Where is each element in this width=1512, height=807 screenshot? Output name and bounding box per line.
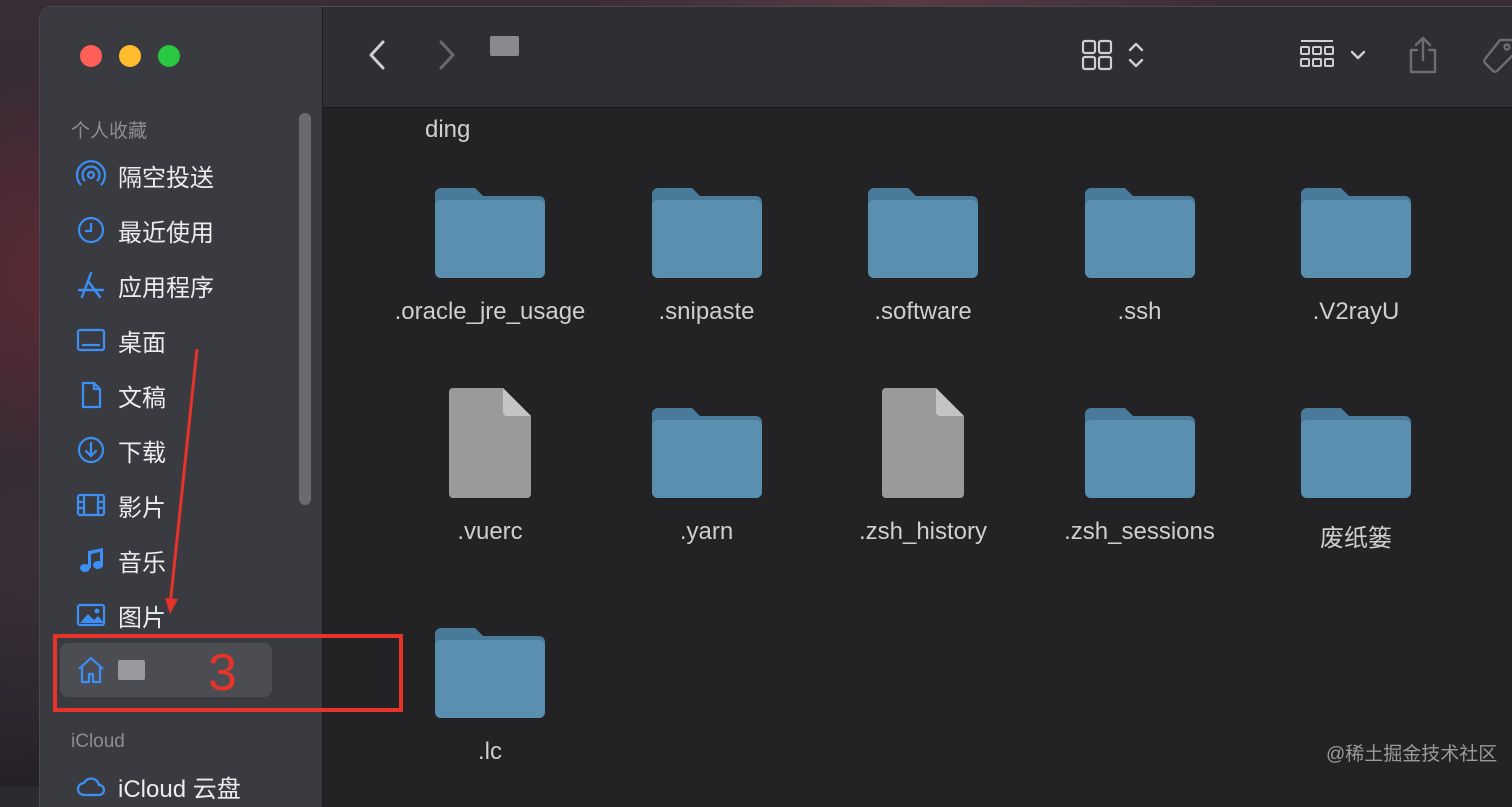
chevron-left-icon: [367, 39, 387, 71]
sidebar-item-label: 影片: [118, 488, 166, 523]
chevron-right-icon: [437, 39, 457, 71]
photo-icon: [74, 598, 108, 632]
sidebar-item-icloud-drive[interactable]: iCloud 云盘: [60, 763, 300, 807]
toolbar: [323, 7, 1512, 108]
forward-button[interactable]: [431, 37, 463, 73]
zoom-button[interactable]: [158, 45, 180, 67]
favorites-section-title: 个人收藏: [71, 116, 147, 143]
file-item[interactable]: .vuerc: [382, 370, 598, 546]
close-button[interactable]: [80, 45, 102, 67]
share-button[interactable]: [1403, 33, 1443, 77]
file-grid: ding .oracle_jre_usage.snipaste.software…: [323, 108, 1512, 807]
minimize-button[interactable]: [119, 45, 141, 67]
item-name: .oracle_jre_usage: [382, 298, 598, 326]
sidebar-item-desktop[interactable]: 桌面: [60, 317, 300, 363]
sidebar-item-applications[interactable]: 应用程序: [60, 262, 300, 308]
folder-item[interactable]: .ssh: [1032, 150, 1248, 326]
sidebar-item-label: iCloud 云盘: [118, 769, 241, 804]
folder-icon: [599, 150, 815, 280]
sidebar-item-label: 最近使用: [118, 213, 214, 248]
folder-icon: [382, 590, 598, 720]
file-icon: [815, 370, 1031, 500]
clock-icon: [74, 213, 108, 247]
item-name: .zsh_history: [815, 518, 1031, 546]
item-name: .vi: [1465, 298, 1512, 326]
folder-item[interactable]: .software: [815, 150, 1031, 326]
folder-icon: [1248, 370, 1464, 500]
sidebar-item-documents[interactable]: 文稿: [60, 372, 300, 418]
folder-icon: [599, 370, 815, 500]
music-icon: [74, 543, 108, 577]
folder-icon: [382, 150, 598, 280]
item-name: 废纸篓: [1248, 518, 1464, 553]
tag-icon: [1479, 37, 1512, 77]
sidebar-item-music[interactable]: 音乐: [60, 537, 300, 583]
file-item[interactable]: .vi: [1465, 150, 1512, 326]
folder-icon: [815, 150, 1031, 280]
back-button[interactable]: [361, 37, 393, 73]
sidebar-item-label: 下载: [118, 433, 166, 468]
item-name: 资: [1465, 518, 1512, 553]
chevron-updown-icon: [1126, 38, 1146, 72]
folder-item[interactable]: .yarn: [599, 370, 815, 546]
sidebar-item-pictures[interactable]: 图片: [60, 592, 300, 638]
sidebar-item-downloads[interactable]: 下载: [60, 427, 300, 473]
chevron-down-icon: [1348, 45, 1368, 65]
item-name: .vuerc: [382, 518, 598, 546]
group-by-button[interactable]: [1293, 35, 1373, 75]
icon-view-icon: [1080, 38, 1114, 72]
item-name: .zsh_sessions: [1032, 518, 1248, 546]
item-name: .ssh: [1032, 298, 1248, 326]
sidebar-item-label: 图片: [118, 598, 166, 633]
sidebar-item-label: 音乐: [118, 543, 166, 578]
item-name: .software: [815, 298, 1031, 326]
folder-icon: [1032, 150, 1248, 280]
file-icon: [1465, 150, 1512, 280]
window-title-redacted: [490, 36, 519, 56]
folder-item[interactable]: .V2rayU: [1248, 150, 1464, 326]
sidebar-scrollbar[interactable]: [299, 113, 311, 505]
share-icon: [1407, 35, 1439, 75]
partial-file-name: ding: [425, 116, 470, 144]
item-name: .snipaste: [599, 298, 815, 326]
sidebar-item-label: 文稿: [118, 378, 166, 413]
folder-item[interactable]: 资: [1465, 370, 1512, 553]
sidebar-item-label: 应用程序: [118, 268, 214, 303]
sidebar-item-label: 隔空投送: [118, 158, 214, 193]
folder-item[interactable]: .snipaste: [599, 150, 815, 326]
applications-icon: [74, 268, 108, 302]
airdrop-icon: [74, 158, 108, 192]
item-name: .V2rayU: [1248, 298, 1464, 326]
view-options-button[interactable]: [1073, 35, 1153, 75]
film-icon: [74, 488, 108, 522]
file-icon: [382, 370, 598, 500]
folder-item[interactable]: .zsh_sessions: [1032, 370, 1248, 546]
folder-item[interactable]: 废纸篓: [1248, 370, 1464, 553]
watermark: @稀土掘金技术社区: [1326, 739, 1497, 766]
sidebar-item-label: 桌面: [118, 323, 166, 358]
icloud-section-title: iCloud: [71, 731, 125, 753]
folder-icon: [1032, 370, 1248, 500]
folder-icon: [1465, 370, 1512, 500]
download-icon: [74, 433, 108, 467]
sidebar-item-recents[interactable]: 最近使用: [60, 207, 300, 253]
item-name: .yarn: [599, 518, 815, 546]
sidebar-item-airdrop[interactable]: 隔空投送: [60, 152, 300, 198]
item-name: .lc: [382, 738, 598, 766]
group-by-icon: [1298, 38, 1336, 72]
tag-button[interactable]: [1477, 35, 1512, 79]
file-item[interactable]: .zsh_history: [815, 370, 1031, 546]
folder-item[interactable]: .oracle_jre_usage: [382, 150, 598, 326]
cloud-icon: [74, 769, 108, 803]
document-icon: [74, 378, 108, 412]
folder-item[interactable]: .lc: [382, 590, 598, 766]
sidebar-item-movies[interactable]: 影片: [60, 482, 300, 528]
folder-icon: [1248, 150, 1464, 280]
annotation-number: 3: [208, 643, 237, 703]
desktop-icon: [74, 323, 108, 357]
